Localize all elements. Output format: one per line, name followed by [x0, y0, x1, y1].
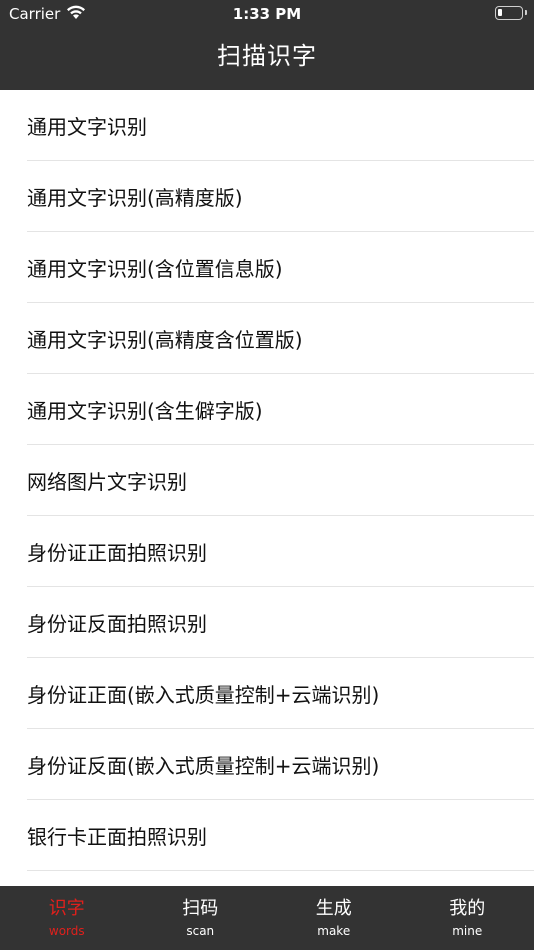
tab-bar: 识字 words 扫码 scan 生成 make 我的 mine — [0, 886, 534, 950]
list-item-label: 身份证反面拍照识别 — [27, 611, 207, 636]
list-item-label: 身份证反面(嵌入式质量控制+云端识别) — [27, 753, 380, 778]
list-item[interactable]: 身份证正面拍照识别 — [27, 516, 534, 587]
tab-mine[interactable]: 我的 mine — [401, 886, 534, 950]
list-item[interactable]: 通用文字识别 — [27, 90, 534, 161]
tab-scan-sublabel: scan — [186, 924, 215, 938]
list-item-label: 通用文字识别(含生僻字版) — [27, 398, 263, 423]
app-screen: Carrier 1:33 PM 扫描识字 通用文字识别 通用文字识别(高精度版)… — [0, 0, 534, 950]
status-bar: Carrier 1:33 PM — [0, 0, 534, 28]
list-item-label: 通用文字识别(含位置信息版) — [27, 256, 283, 281]
list-item[interactable]: 银行卡正面拍照识别 — [27, 800, 534, 871]
list-item-label: 身份证正面拍照识别 — [27, 540, 207, 565]
status-time: 1:33 PM — [232, 5, 302, 23]
tab-make-sublabel: make — [317, 924, 351, 938]
list-item[interactable]: 身份证反面拍照识别 — [27, 587, 534, 658]
tab-words-label: 识字 — [48, 898, 85, 919]
list-item[interactable]: 通用文字识别(含生僻字版) — [27, 374, 534, 445]
list-item-label: 通用文字识别 — [27, 114, 147, 139]
list-item-label: 通用文字识别(高精度版) — [27, 185, 243, 210]
list-item[interactable]: 身份证反面(嵌入式质量控制+云端识别) — [27, 729, 534, 800]
list-item-label: 通用文字识别(高精度含位置版) — [27, 327, 303, 352]
list-item[interactable]: 通用文字识别(高精度含位置版) — [27, 303, 534, 374]
list-item-label: 银行卡正面拍照识别 — [27, 824, 207, 849]
list-item[interactable]: 网络图片文字识别 — [27, 445, 534, 516]
recognition-list: 通用文字识别 通用文字识别(高精度版) 通用文字识别(含位置信息版) 通用文字识… — [0, 90, 534, 871]
list-item-label: 身份证正面(嵌入式质量控制+云端识别) — [27, 682, 380, 707]
tab-mine-sublabel: mine — [452, 924, 483, 938]
tab-make[interactable]: 生成 make — [267, 886, 401, 950]
list-item[interactable]: 通用文字识别(含位置信息版) — [27, 232, 534, 303]
tab-make-label: 生成 — [315, 898, 352, 919]
tab-scan-label: 扫码 — [182, 898, 219, 919]
list-item[interactable]: 通用文字识别(高精度版) — [27, 161, 534, 232]
battery-icon — [495, 6, 527, 20]
list-item[interactable]: 身份证正面(嵌入式质量控制+云端识别) — [27, 658, 534, 729]
tab-words-sublabel: words — [48, 924, 85, 938]
page-title: 扫描识字 — [217, 42, 317, 70]
list-item-label: 网络图片文字识别 — [27, 469, 187, 494]
tab-words[interactable]: 识字 words — [0, 886, 134, 950]
tab-mine-label: 我的 — [449, 898, 486, 919]
top-bar: Carrier 1:33 PM 扫描识字 — [0, 0, 534, 90]
tab-scan[interactable]: 扫码 scan — [134, 886, 268, 950]
